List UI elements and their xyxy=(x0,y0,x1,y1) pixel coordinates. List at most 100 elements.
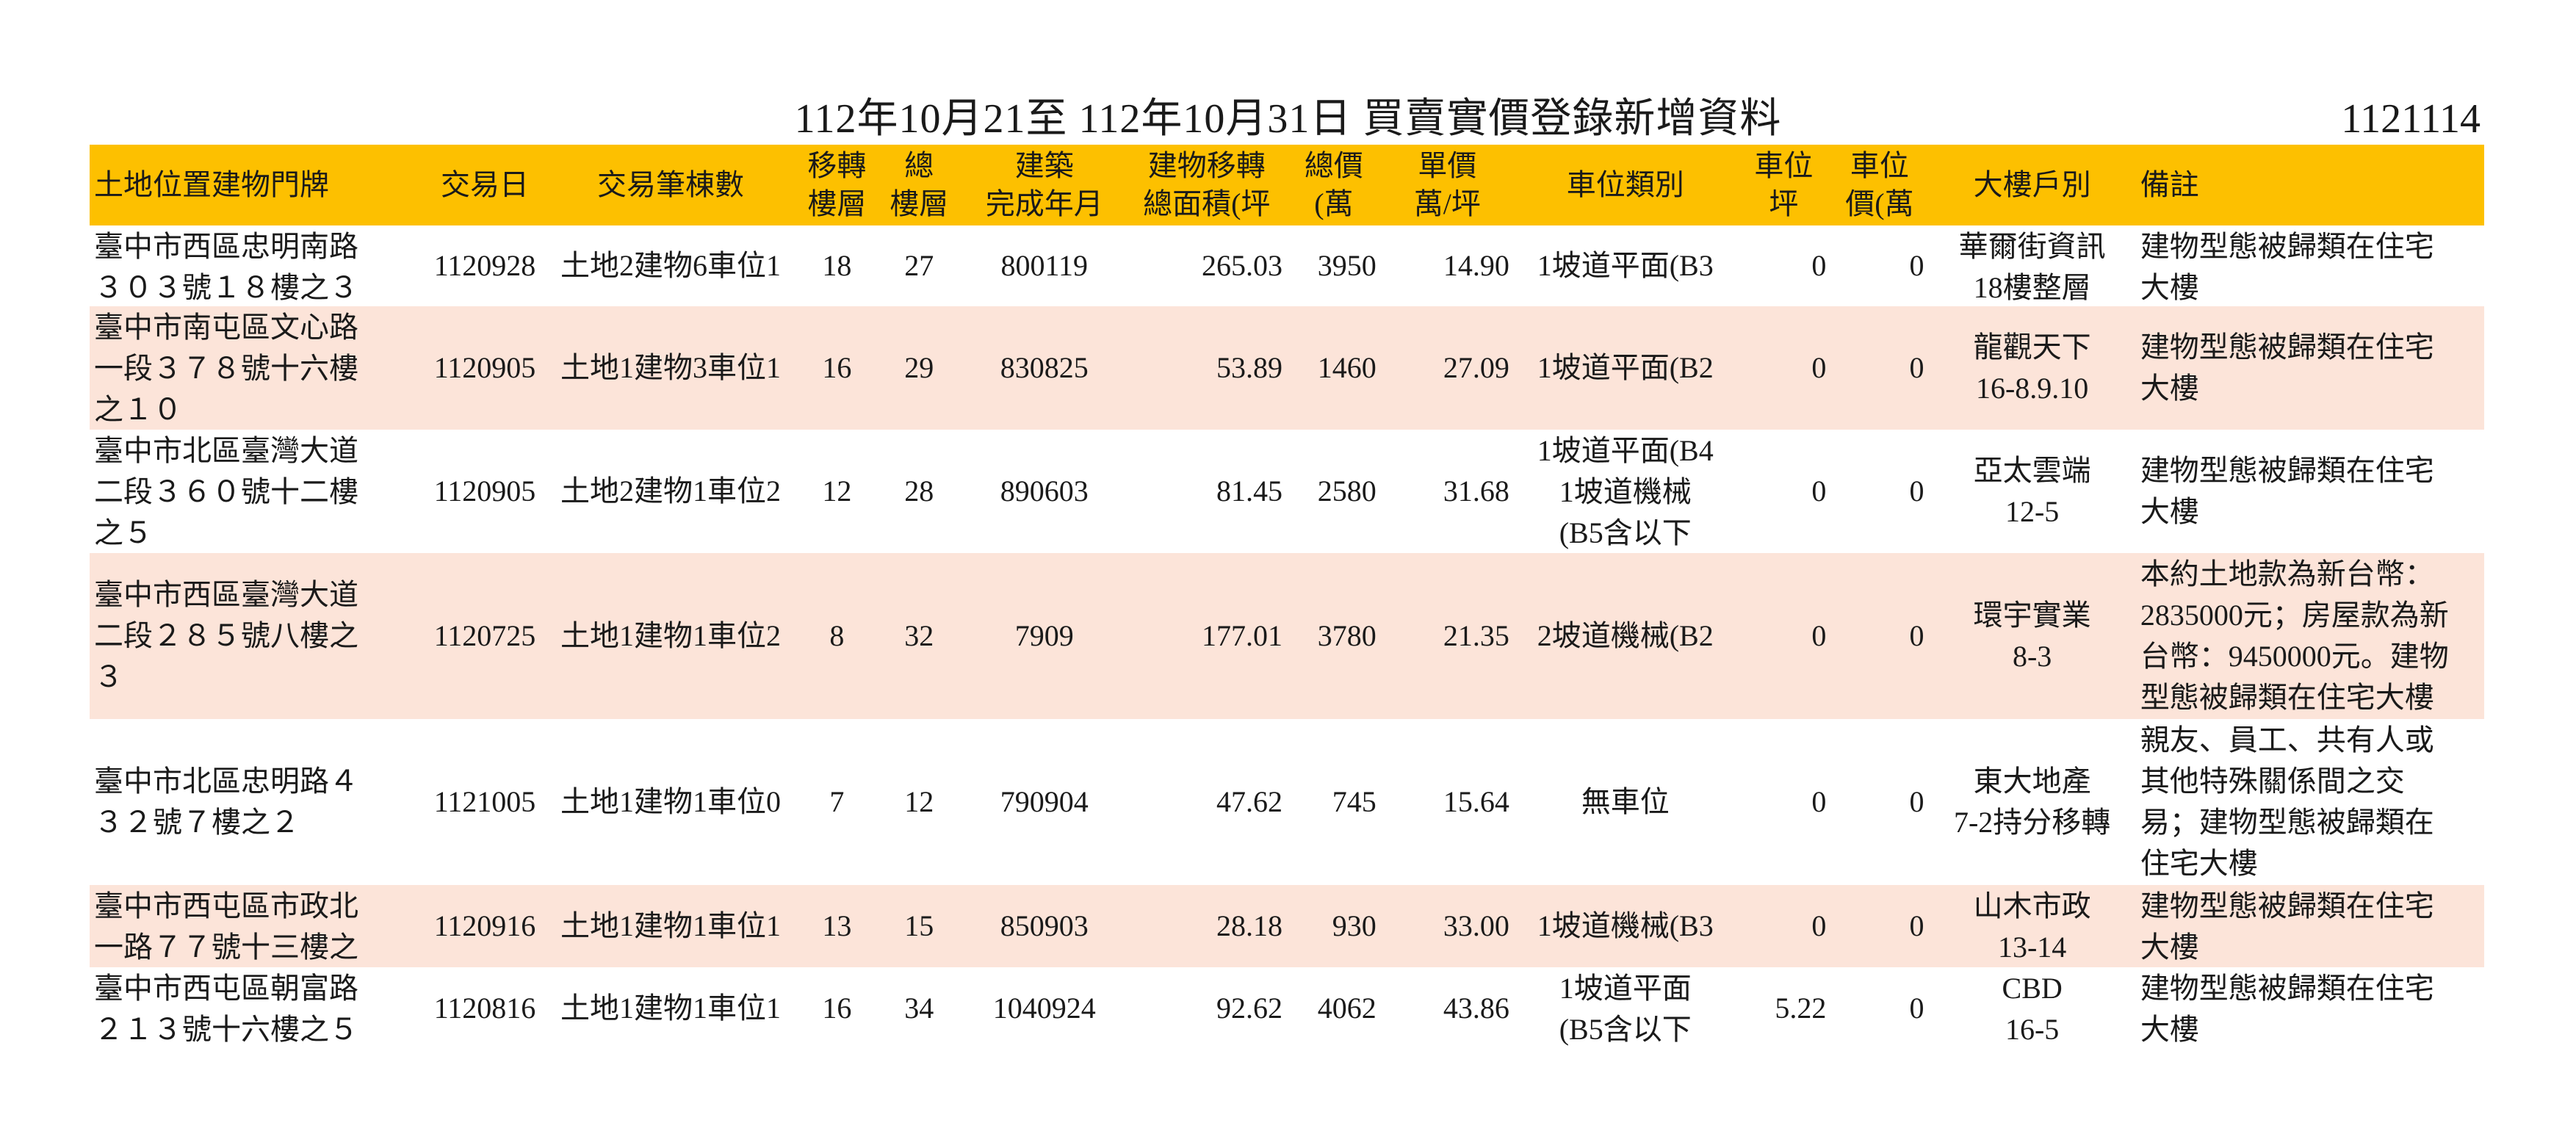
cell-units: 土地1建物1車位1 xyxy=(560,909,781,942)
cell-parking-area: 0 xyxy=(1811,249,1827,282)
cell-date: 1120916 xyxy=(433,909,536,942)
cell-date: 1120725 xyxy=(433,619,536,652)
cell-built: 1040924 xyxy=(992,992,1096,1025)
cell-floor: 18 xyxy=(822,249,852,282)
cell-building-line: 華爾街資訊 xyxy=(1958,230,2106,263)
cell-building-line: 7-2持分移轉 xyxy=(1953,806,2111,839)
cell-address-line: 臺中市西區忠明南路 xyxy=(94,230,358,263)
header-total-floors: 總樓層 xyxy=(876,145,962,225)
cell-parking-type: 無車位 xyxy=(1514,719,1737,885)
cell-units: 土地2建物6車位1 xyxy=(560,249,781,282)
cell-parking-price: 0 xyxy=(1909,992,1924,1025)
cell-note-line: 台幣：9450000元。建物 xyxy=(2140,640,2449,673)
cell-price: 3780 xyxy=(1317,619,1377,652)
header-label: 備註 xyxy=(2140,168,2199,201)
header-label: 建築 xyxy=(1014,149,1074,182)
cell-note: 建物型態被歸類在住宅 大樓 xyxy=(2136,885,2484,967)
cell-total-floors: 34 xyxy=(904,992,934,1025)
header-label: 總價 xyxy=(1304,149,1363,182)
cell-address-line: 之１０ xyxy=(94,393,182,426)
cell-total-floors: 28 xyxy=(904,474,934,508)
cell-unit-price: 43.86 xyxy=(1443,992,1509,1025)
cell-unit-price: 27.09 xyxy=(1443,351,1509,384)
cell-address-line: 臺中市西屯區市政北 xyxy=(94,889,358,922)
header-area: 建物移轉 總面積(坪 xyxy=(1127,145,1287,225)
cell-price: 3950 xyxy=(1317,249,1377,282)
cell-note-line: 建物型態被歸類在住宅 xyxy=(2140,889,2434,922)
cell-price: 745 xyxy=(1332,785,1377,818)
cell-address-line: ３０３號１８樓之３ xyxy=(94,271,358,304)
cell-note-line: 大樓 xyxy=(2140,372,2199,405)
cell-building-line: 山木市政 xyxy=(1973,889,2091,922)
cell-floor: 16 xyxy=(822,992,852,1025)
header-address: 土地位置建物門牌 xyxy=(90,145,426,225)
cell-building-line: 13-14 xyxy=(1997,931,2067,964)
cell-parking-type-line: 1坡道平面(B2 xyxy=(1537,351,1714,384)
cell-parking-type-line: 1坡道平面(B4 xyxy=(1537,434,1714,467)
cell-note-line: 建物型態被歸類在住宅 xyxy=(2140,454,2434,487)
cell-note: 建物型態被歸類在住宅 大樓 xyxy=(2136,430,2484,553)
header-label: 車位 xyxy=(1850,149,1909,182)
cell-parking-type: 1坡道平面(B3 xyxy=(1514,225,1737,306)
cell-note-line: 親友、員工、共有人或 xyxy=(2140,723,2434,756)
cell-parking-price: 0 xyxy=(1909,351,1924,384)
cell-address: 臺中市西屯區朝富路 ２１３號十六樓之５ xyxy=(90,967,426,1050)
cell-price: 930 xyxy=(1332,909,1377,942)
header-label: 總 xyxy=(904,149,934,182)
cell-total-floors: 15 xyxy=(904,909,934,942)
cell-address-line: ３２號７樓之２ xyxy=(94,806,300,839)
cell-note-line: 建物型態被歸類在住宅 xyxy=(2140,230,2434,263)
cell-building: CBD 16-5 xyxy=(1929,967,2136,1050)
header-label: 車位 xyxy=(1754,149,1814,182)
cell-building: 東大地產 7-2持分移轉 xyxy=(1929,719,2136,885)
cell-parking-type: 1坡道機械(B3 xyxy=(1514,885,1737,967)
header-label: 樓層 xyxy=(890,187,949,220)
cell-area: 28.18 xyxy=(1216,909,1282,942)
header-label: 總面積(坪 xyxy=(1143,187,1271,220)
cell-area: 53.89 xyxy=(1216,351,1282,384)
cell-address-line: 臺中市北區忠明路４ xyxy=(94,765,358,798)
table-header-row: 土地位置建物門牌 交易日 交易筆棟數 移轉 樓層總樓層 建築 完成年月 建物移轉 總面積(坪 總價… xyxy=(90,145,2484,225)
table-row: 臺中市西屯區市政北一路７７號十三樓之１４1120916 土地1建物1車位1 13 15… xyxy=(90,885,2484,967)
cell-note-line: 易；建物型態被歸類在 xyxy=(2140,806,2434,839)
table-row: 臺中市西區臺灣大道 二段２８５號八樓之 ３ 1120725 土地1建物1車位2 8 32 79… xyxy=(90,553,2484,719)
header-floor: 移轉 樓層 xyxy=(798,145,876,225)
cell-address-line: 一段３７８號十六樓 xyxy=(94,352,358,385)
table-row: 臺中市北區臺灣大道 二段３６０號十二樓 之５ 1120905 土地2建物1車位2 12 28… xyxy=(90,430,2484,553)
cell-parking-type: 1坡道平面(B2 xyxy=(1514,306,1737,430)
cell-address-line: 一路７７號十三樓之 xyxy=(94,931,358,964)
cell-parking-type-line: 1坡道機械 xyxy=(1559,475,1692,508)
header-label: 交易筆棟數 xyxy=(597,168,744,201)
cell-note-line: 大樓 xyxy=(2140,931,2199,964)
cell-building: 環宇實業 8-3 xyxy=(1929,553,2136,719)
table-row: 臺中市北區忠明路４ ３２號７樓之２ 1121005 土地1建物1車位0 7 12 79090… xyxy=(90,719,2484,885)
cell-unit-price: 14.90 xyxy=(1443,249,1509,282)
cell-building-line: 東大地產 xyxy=(1973,765,2091,798)
header-label: 坪 xyxy=(1769,187,1799,220)
header-label: 大樓戶別 xyxy=(1973,168,2091,201)
cell-note-line: 住宅大樓 xyxy=(2140,847,2258,880)
cell-address-line: 臺中市西屯區朝富路 xyxy=(94,972,358,1005)
header-label: 土地位置建物門牌 xyxy=(94,168,329,201)
cell-note-line: 建物型態被歸類在住宅 xyxy=(2140,972,2434,1005)
document-code: 1121114 xyxy=(2341,96,2481,142)
cell-units: 土地1建物1車位0 xyxy=(560,785,781,818)
document-title: 112年10月21至 112年10月31日 買賣實價登錄新增資料 xyxy=(794,96,1782,142)
header-label: 交易日 xyxy=(440,168,529,201)
table-body: 臺中市西區忠明南路 ３０３號１８樓之３ 1120928 土地2建物6車位1 18 27 80… xyxy=(90,225,2484,1050)
cell-unit-price: 33.00 xyxy=(1443,909,1509,942)
cell-floor: 12 xyxy=(822,474,852,508)
cell-floor: 13 xyxy=(822,909,852,942)
cell-building-line: 16-8.9.10 xyxy=(1975,372,2089,405)
cell-note-line: 大樓 xyxy=(2140,271,2199,304)
cell-note-line: 大樓 xyxy=(2140,495,2199,528)
cell-parking-area: 5.22 xyxy=(1775,992,1827,1025)
cell-note-line: 型態被歸類在住宅大樓 xyxy=(2140,681,2434,714)
cell-address: 臺中市北區忠明路４ ３２號７樓之２ xyxy=(90,719,426,885)
table-row: 臺中市西屯區朝富路 ２１３號十六樓之５ 1120816 土地1建物1車位1 16 34 10… xyxy=(90,967,2484,1050)
cell-built: 850903 xyxy=(1000,909,1089,942)
cell-parking-type: 2坡道機械(B2 xyxy=(1514,553,1737,719)
cell-floor: 8 xyxy=(829,619,845,652)
cell-unit-price: 21.35 xyxy=(1443,619,1509,652)
cell-parking-price: 0 xyxy=(1909,249,1924,282)
